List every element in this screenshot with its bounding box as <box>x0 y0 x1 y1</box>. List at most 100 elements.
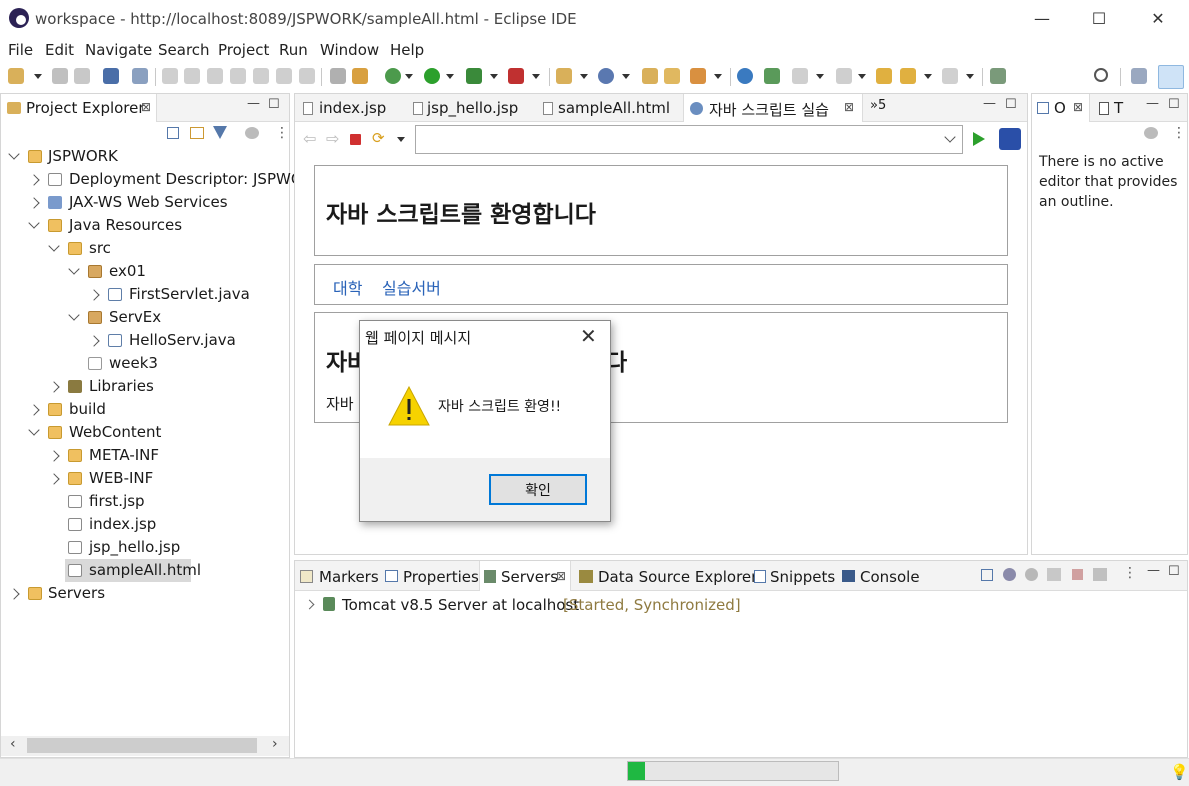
run-icon[interactable] <box>424 68 440 84</box>
open-perspective-icon[interactable] <box>1131 68 1147 84</box>
menu-project[interactable]: Project <box>218 41 269 59</box>
tree-item-jsp-hello[interactable]: jsp_hello.jsp <box>1 536 288 559</box>
menu-search[interactable]: Search <box>158 41 210 59</box>
tab-jsp-hello[interactable]: jsp_hello.jsp <box>409 94 529 122</box>
collapse-all-icon[interactable] <box>981 569 993 581</box>
new-icon[interactable] <box>8 68 24 84</box>
disconnect-icon[interactable] <box>230 68 246 84</box>
scrollbar-thumb[interactable] <box>27 738 257 753</box>
chevron-down-icon[interactable] <box>28 424 40 436</box>
tab-snippets[interactable]: Snippets <box>753 561 835 591</box>
tree-item-build[interactable]: build <box>1 398 288 421</box>
tree-item-meta-inf[interactable]: META-INF <box>1 444 288 467</box>
chevron-down-icon[interactable] <box>858 74 866 79</box>
step-into-icon[interactable] <box>253 68 269 84</box>
new-class-icon[interactable] <box>598 68 614 84</box>
tab-servers[interactable]: Servers ⊠ <box>479 561 571 591</box>
step-over-icon[interactable] <box>276 68 292 84</box>
chevron-down-icon[interactable] <box>924 74 932 79</box>
tree-item-sampleall[interactable]: sampleAll.html <box>1 559 288 582</box>
menu-navigate[interactable]: Navigate <box>85 41 152 59</box>
tree-item-jspwork[interactable]: JSPWORK <box>1 145 288 168</box>
chevron-right-icon[interactable] <box>28 174 40 186</box>
external-tools-icon[interactable] <box>508 68 524 84</box>
minimize-icon[interactable]: — <box>247 96 260 111</box>
globe-icon[interactable] <box>737 68 753 84</box>
horizontal-scrollbar[interactable]: ‹ › <box>1 736 289 756</box>
publish-icon[interactable] <box>1093 568 1107 581</box>
focus-icon[interactable] <box>1144 127 1158 139</box>
menu-help[interactable]: Help <box>390 41 424 59</box>
tree-item-deployment-descriptor[interactable]: Deployment Descriptor: JSPWOR <box>1 168 313 191</box>
chevron-down-icon[interactable] <box>397 137 405 142</box>
chevron-right-icon[interactable] <box>48 450 60 462</box>
start-server-icon[interactable] <box>1025 568 1038 581</box>
focus-icon[interactable] <box>245 127 259 139</box>
chevron-right-icon[interactable] <box>88 289 100 301</box>
terminate-icon[interactable] <box>207 68 223 84</box>
tab-console[interactable]: Console <box>841 561 921 591</box>
chevron-right-icon[interactable] <box>304 599 315 610</box>
prev-annotation-icon[interactable] <box>836 68 852 84</box>
chevron-right-icon[interactable] <box>8 588 20 600</box>
java-ee-perspective-icon[interactable] <box>1158 65 1184 89</box>
chevron-down-icon[interactable] <box>405 74 413 79</box>
ok-button[interactable]: 확인 <box>489 474 587 505</box>
resume-icon[interactable] <box>162 68 178 84</box>
tree-item-jaxws[interactable]: JAX-WS Web Services <box>1 191 288 214</box>
terminal-icon[interactable] <box>103 68 119 84</box>
debug-server-icon[interactable] <box>1003 568 1016 581</box>
chevron-down-icon[interactable] <box>446 74 454 79</box>
close-icon[interactable]: ⊠ <box>844 100 854 114</box>
close-icon[interactable]: ⊠ <box>1073 100 1083 114</box>
chevron-left-icon[interactable]: ‹ <box>10 736 16 752</box>
collapse-all-icon[interactable] <box>167 127 179 139</box>
save-icon[interactable] <box>52 68 68 84</box>
last-edit-icon[interactable] <box>876 68 892 84</box>
chevron-down-icon[interactable] <box>48 240 60 252</box>
back-icon[interactable]: ⇦ <box>303 129 316 148</box>
tab-sampleall[interactable]: sampleAll.html <box>539 94 675 122</box>
chevron-right-icon[interactable] <box>88 335 100 347</box>
chevron-down-icon[interactable] <box>966 74 974 79</box>
tip-icon[interactable]: 💡 <box>1170 763 1189 781</box>
forward-icon[interactable] <box>942 68 958 84</box>
tree-item-webcontent[interactable]: WebContent <box>1 421 288 444</box>
tab-data-source-explorer[interactable]: Data Source Explorer <box>578 561 757 591</box>
chevron-down-icon[interactable] <box>28 217 40 229</box>
close-icon[interactable]: ✕ <box>1146 8 1170 30</box>
tab-markers[interactable]: Markers <box>299 561 379 591</box>
chevron-down-icon[interactable] <box>8 148 20 160</box>
refresh-icon[interactable]: ⟳ <box>372 129 385 147</box>
tab-properties[interactable]: Properties <box>384 561 479 591</box>
maximize-icon[interactable]: ☐ <box>268 97 280 112</box>
stop-server-icon[interactable] <box>1072 569 1083 580</box>
tree-item-servers[interactable]: Servers <box>1 582 288 605</box>
go-icon[interactable] <box>973 132 985 146</box>
close-icon[interactable]: ✕ <box>580 324 597 348</box>
back-icon[interactable] <box>900 68 916 84</box>
tab-index-jsp[interactable]: index.jsp <box>299 94 399 122</box>
nav-link-university[interactable]: 대학 <box>333 275 362 299</box>
tree-item-firstservlet[interactable]: FirstServlet.java <box>1 283 288 306</box>
tree-item-first-jsp[interactable]: first.jsp <box>1 490 288 513</box>
tree-item-java-resources[interactable]: Java Resources <box>1 214 288 237</box>
maximize-icon[interactable]: ☐ <box>1005 97 1017 112</box>
chevron-down-icon[interactable] <box>622 74 630 79</box>
run-server-icon[interactable] <box>466 68 482 84</box>
maximize-icon[interactable]: ☐ <box>1168 97 1180 112</box>
minimize-icon[interactable]: — <box>1147 563 1160 578</box>
nav-link-lab-server[interactable]: 실습서버 <box>382 275 441 299</box>
tab-task-list[interactable]: T <box>1094 94 1130 122</box>
use-step-filters-icon[interactable] <box>330 68 346 84</box>
debug-icon[interactable] <box>385 68 401 84</box>
step-return-icon[interactable] <box>299 68 315 84</box>
chevron-down-icon[interactable] <box>34 74 42 79</box>
tree-item-week3[interactable]: week3 <box>1 352 288 375</box>
minimize-icon[interactable]: — <box>1146 96 1159 111</box>
close-icon[interactable]: ⊠ <box>141 100 151 114</box>
view-menu-icon[interactable]: ⋮ <box>1123 565 1137 581</box>
menu-edit[interactable]: Edit <box>45 41 74 59</box>
link-editor-icon[interactable] <box>190 127 204 139</box>
chevron-down-icon[interactable] <box>68 309 80 321</box>
